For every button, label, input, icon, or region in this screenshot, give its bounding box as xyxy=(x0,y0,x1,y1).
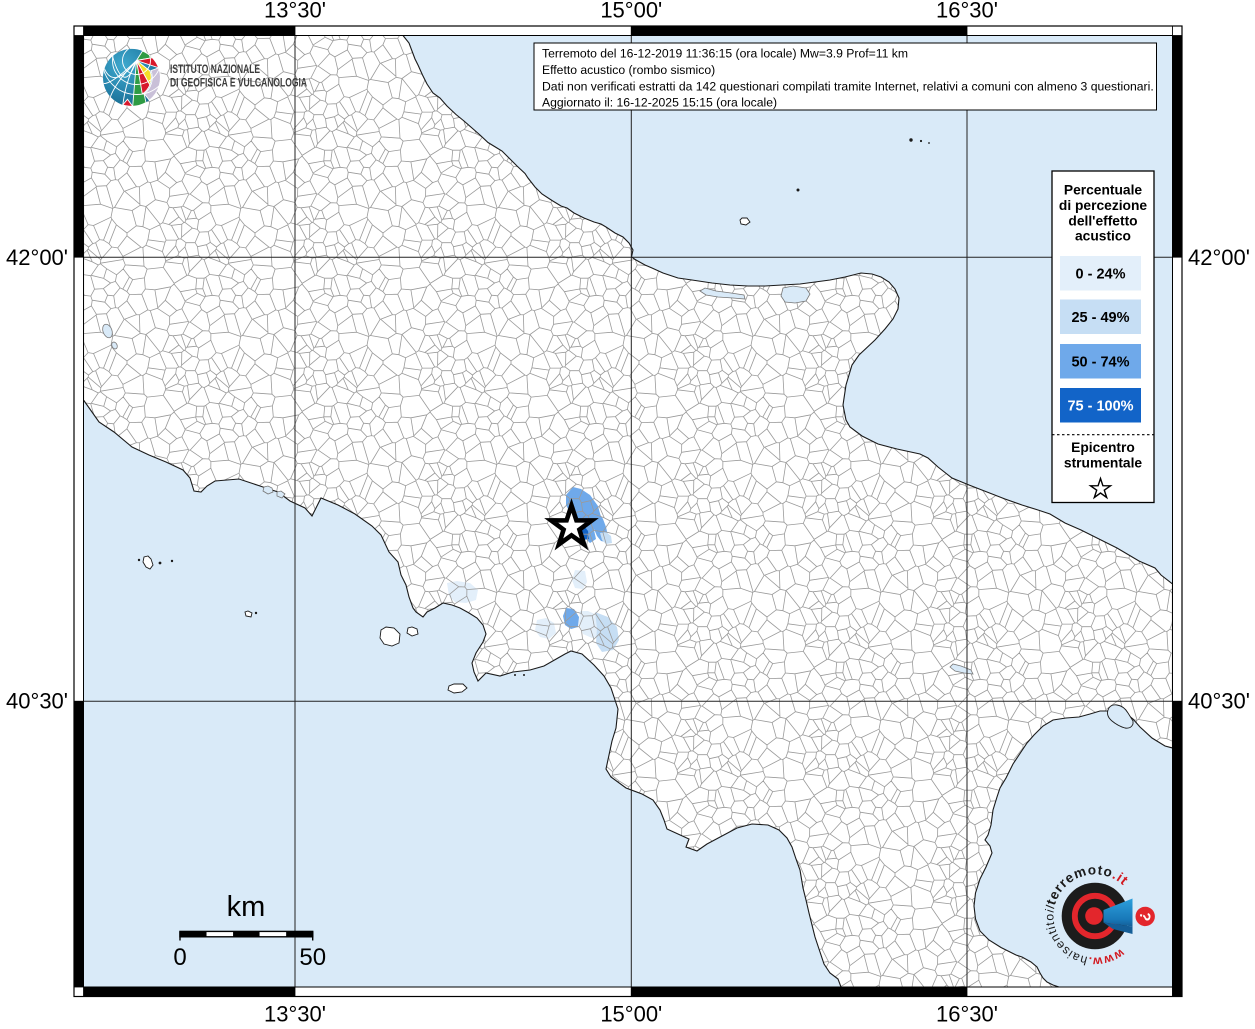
svg-text:40°30': 40°30' xyxy=(1188,688,1250,713)
svg-text:Effetto acustico (rombo sismic: Effetto acustico (rombo sismico) xyxy=(542,63,715,77)
svg-text:strumentale: strumentale xyxy=(1064,456,1143,471)
svg-text:acustico: acustico xyxy=(1075,229,1131,244)
svg-text:km: km xyxy=(227,891,266,923)
svg-text:42°00': 42°00' xyxy=(1188,245,1250,270)
svg-text:0 - 24%: 0 - 24% xyxy=(1076,266,1126,282)
svg-text:Aggiornato il: 16-12-2025 15:1: Aggiornato il: 16-12-2025 15:15 (ora loc… xyxy=(542,96,777,110)
svg-text:15°00': 15°00' xyxy=(600,0,662,23)
svg-text:75 - 100%: 75 - 100% xyxy=(1067,398,1133,414)
svg-text:15°00': 15°00' xyxy=(600,1002,662,1025)
svg-text:50: 50 xyxy=(299,944,326,971)
svg-text:42°00': 42°00' xyxy=(6,245,68,270)
svg-text:DI GEOFISICA E VULCANOLOGIA: DI GEOFISICA E VULCANOLOGIA xyxy=(170,78,307,90)
svg-text:Epicentro: Epicentro xyxy=(1071,440,1135,455)
svg-text:0: 0 xyxy=(173,944,186,971)
svg-text:Percentuale: Percentuale xyxy=(1064,183,1143,198)
svg-text:40°30': 40°30' xyxy=(6,688,68,713)
svg-text:dell'effetto: dell'effetto xyxy=(1068,213,1137,228)
svg-text:13°30': 13°30' xyxy=(264,0,326,23)
svg-text:50 - 74%: 50 - 74% xyxy=(1071,354,1129,370)
svg-text:Terremoto del 16-12-2019 11:36: Terremoto del 16-12-2019 11:36:15 (ora l… xyxy=(542,47,908,61)
svg-text:13°30': 13°30' xyxy=(264,1002,326,1025)
svg-text:16°30': 16°30' xyxy=(936,0,998,23)
svg-text:ISTITUTO NAZIONALE: ISTITUTO NAZIONALE xyxy=(170,64,260,76)
svg-text:25 - 49%: 25 - 49% xyxy=(1071,310,1129,326)
svg-text:16°30': 16°30' xyxy=(936,1002,998,1025)
svg-text:di percezione: di percezione xyxy=(1059,198,1147,213)
svg-text:Dati non verificati estratti d: Dati non verificati estratti da 142 ques… xyxy=(542,79,1154,93)
